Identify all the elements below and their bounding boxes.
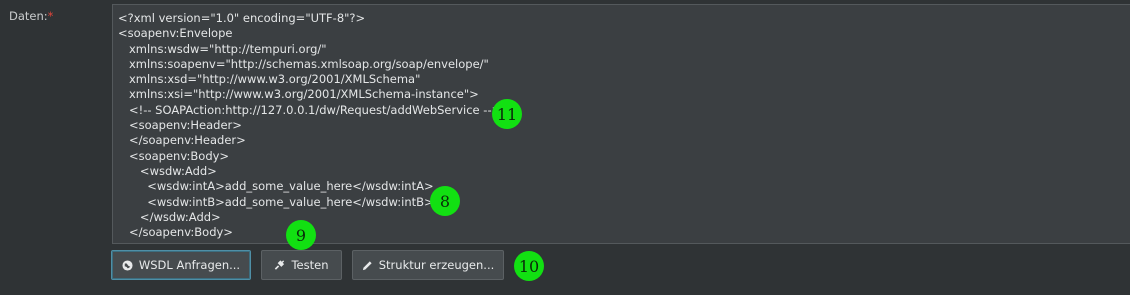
- editor-line: <soapenv:Body>: [118, 148, 230, 163]
- editor-line: <wsdw:intB>add_some_value_here</wsdw:int…: [118, 194, 434, 209]
- editor-line: xmlns:wsdw="http://tempuri.org/": [118, 41, 327, 56]
- xml-data-editor[interactable]: <?xml version="1.0" encoding="UTF-8"?> <s…: [112, 4, 1130, 244]
- editor-line: <wsdw:intA>add_some_value_here</wsdw:int…: [118, 179, 434, 194]
- generate-structure-label: Struktur erzeugen...: [378, 258, 495, 272]
- test-label: Testen: [291, 258, 329, 272]
- editor-line: <!-- SOAPAction:http://127.0.0.1/dw/Requ…: [118, 102, 502, 117]
- wsdl-request-button[interactable]: WSDL Anfragen...: [111, 250, 251, 280]
- wsdl-request-label: WSDL Anfragen...: [138, 258, 241, 272]
- annotation-marker-8: 8: [430, 186, 460, 216]
- editor-line: <wsdw:Add>: [118, 163, 217, 178]
- editor-line: </soapenv:Header>: [118, 133, 246, 148]
- generate-structure-button[interactable]: Struktur erzeugen...: [352, 250, 504, 280]
- annotation-marker-9: 9: [286, 220, 316, 250]
- editor-line: xmlns:xsd="http://www.w3.org/2001/XMLSch…: [118, 72, 421, 87]
- field-label-text: Daten:: [9, 9, 48, 23]
- editor-line: xmlns:xsi="http://www.w3.org/2001/XMLSch…: [118, 87, 479, 102]
- editor-line: </wsdw:Add>: [118, 209, 221, 224]
- test-button[interactable]: Testen: [261, 250, 342, 280]
- required-asterisk: *: [47, 9, 54, 23]
- editor-line: <?xml version="1.0" encoding="UTF-8"?>: [118, 11, 366, 25]
- annotation-marker-10: 10: [514, 251, 544, 281]
- globe-icon: [122, 259, 133, 271]
- annotation-marker-11: 11: [492, 99, 522, 129]
- editor-line: xmlns:soapenv="http://schemas.xmlsoap.or…: [118, 56, 489, 71]
- editor-content: <?xml version="1.0" encoding="UTF-8"?> <s…: [118, 11, 1130, 240]
- pencil-icon: [362, 260, 373, 271]
- editor-line: </soapenv:Body>: [118, 225, 233, 240]
- editor-line: <soapenv:Envelope: [118, 26, 233, 41]
- plug-icon: [274, 260, 285, 271]
- data-field-label: Daten:*: [9, 9, 53, 23]
- editor-line: <soapenv:Header>: [118, 118, 242, 133]
